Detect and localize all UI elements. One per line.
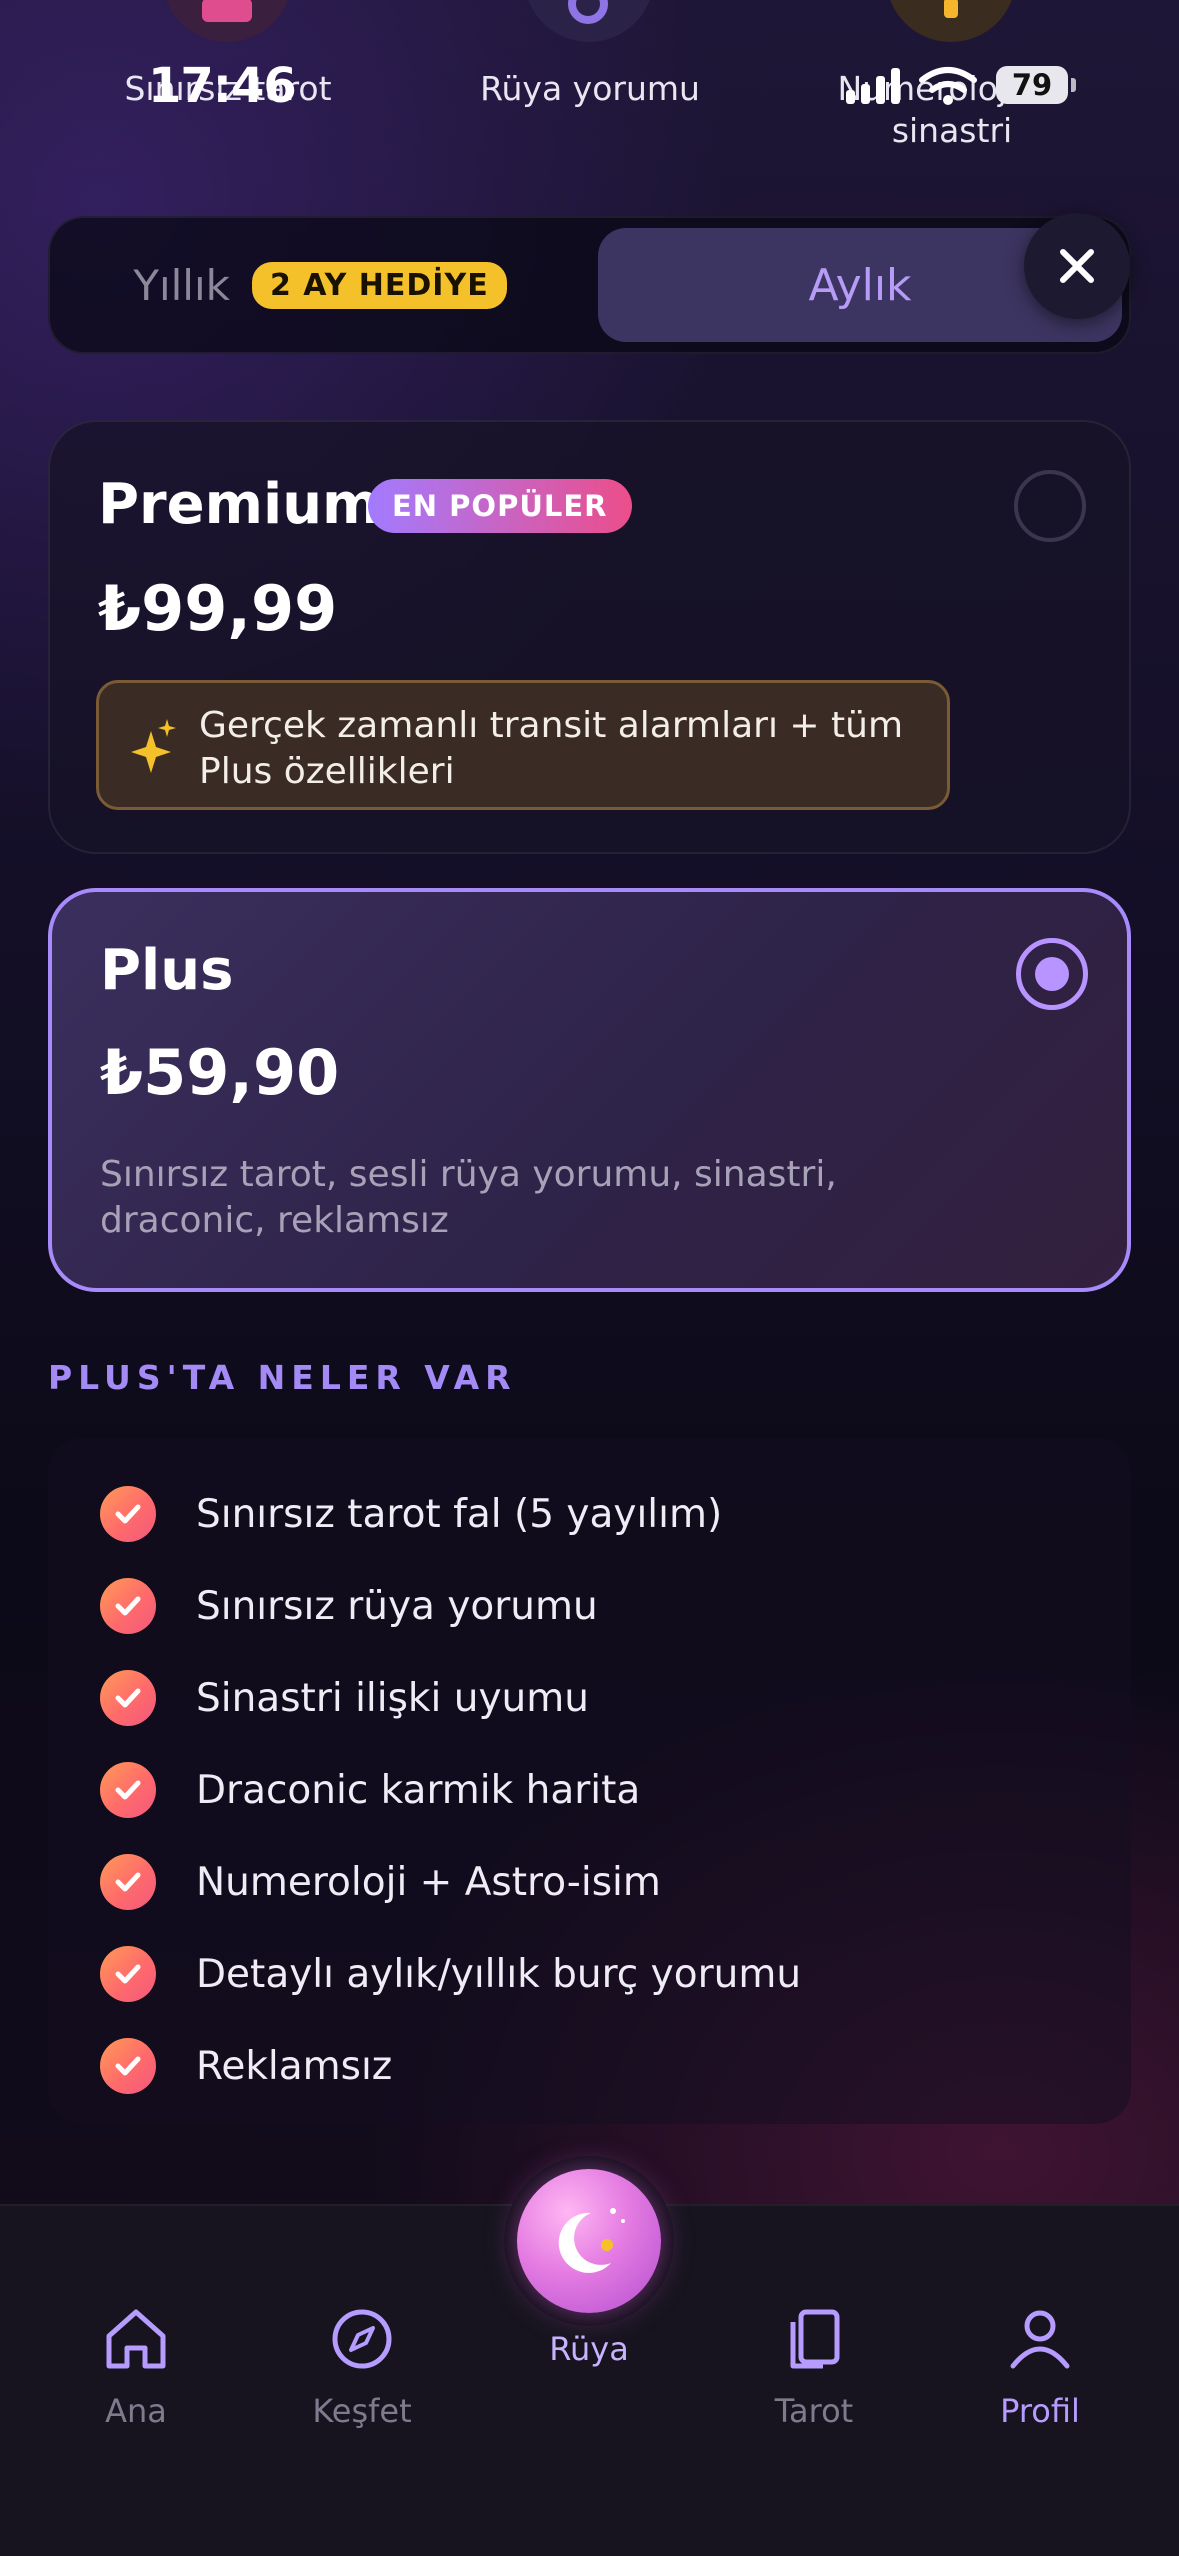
plus-radio[interactable] (1016, 938, 1088, 1010)
list-item: Sinastri ilişki uyumu (100, 1668, 589, 1728)
features-section-title: PLUS'TA NELER VAR (48, 1358, 517, 1397)
plus-price: ₺59,90 (100, 1036, 340, 1109)
plus-plan-card[interactable]: Plus ₺59,90 Sınırsız tarot, sesli rüya y… (48, 888, 1131, 1292)
check-icon (100, 1578, 156, 1634)
check-icon (100, 1670, 156, 1726)
feature-label: Detaylı aylık/yıllık burç yorumu (196, 1951, 802, 1997)
check-icon (100, 1946, 156, 2002)
nav-item-profile[interactable]: Profil (950, 2304, 1130, 2430)
list-item: Reklamsız (100, 2036, 392, 2096)
plus-plan-name: Plus (100, 938, 234, 1003)
list-item: Detaylı aylık/yıllık burç yorumu (100, 1944, 801, 2004)
features-list: Sınırsız tarot fal (5 yayılım) Sınırsız … (48, 1438, 1131, 2124)
list-item: Sınırsız rüya yorumu (100, 1576, 598, 1636)
nav-label-dream[interactable]: Rüya (504, 2330, 674, 2368)
cards-icon (790, 2309, 840, 2369)
battery-tip (1071, 78, 1076, 92)
wifi-icon (919, 67, 977, 105)
profile-icon (1010, 2310, 1070, 2369)
feature-label: Reklamsız (196, 2043, 393, 2089)
premium-radio[interactable] (1014, 470, 1086, 542)
plus-description: Sınırsız tarot, sesli rüya yorumu, sinas… (100, 1154, 837, 1241)
close-icon (1060, 249, 1094, 283)
nav-label-home: Ana (105, 2392, 167, 2430)
list-item: Draconic karmik harita (100, 1760, 640, 1820)
signal-icon (846, 66, 900, 104)
premium-plan-name: Premium (98, 472, 381, 537)
check-icon (100, 1486, 156, 1542)
category-label-dream[interactable]: Rüya yorumu (460, 68, 720, 110)
gift-badge: 2 AY HEDİYE (251, 261, 507, 309)
feature-label: Numeroloji + Astro-isim (196, 1859, 661, 1905)
check-icon (100, 1762, 156, 1818)
nav-item-home[interactable]: Ana (46, 2304, 226, 2430)
check-icon (100, 2038, 156, 2094)
compass-icon (332, 2309, 392, 2369)
yearly-label: Yıllık (133, 260, 230, 310)
dream-category-icon[interactable] (524, 0, 654, 42)
nav-item-tarot[interactable]: Tarot (724, 2304, 904, 2430)
billing-period-toggle: Yıllık 2 AY HEDİYE Aylık (48, 216, 1131, 354)
monthly-label: Aylık (808, 259, 912, 311)
nav-label-explore: Keşfet (312, 2392, 412, 2430)
feature-label: Sınırsız tarot fal (5 yayılım) (196, 1491, 723, 1537)
nav-item-dream[interactable] (517, 2169, 661, 2313)
status-time: 17:46 (148, 58, 297, 114)
moon-orb-icon (558, 2208, 625, 2273)
nav-label-profile: Profil (1000, 2392, 1080, 2430)
list-item: Sınırsız tarot fal (5 yayılım) (100, 1484, 722, 1544)
numerology-category-icon[interactable] (886, 0, 1016, 42)
yearly-option[interactable]: Yıllık 2 AY HEDİYE (50, 218, 590, 352)
list-item: Numeroloji + Astro-isim (100, 1852, 661, 1912)
home-icon (106, 2309, 166, 2369)
popular-badge: EN POPÜLER (368, 479, 632, 533)
premium-highlight-text: Gerçek zamanlı transit alarmları + tüm P… (199, 705, 904, 792)
close-button[interactable] (1024, 213, 1130, 319)
premium-plan-card[interactable]: Premium EN POPÜLER ₺99,99 Gerçek zamanlı… (48, 420, 1131, 854)
check-icon (100, 1854, 156, 1910)
feature-label: Sınırsız rüya yorumu (196, 1583, 598, 1629)
feature-label: Sinastri ilişki uyumu (196, 1675, 589, 1721)
nav-item-explore[interactable]: Keşfet (272, 2304, 452, 2430)
battery-indicator: 79 (996, 66, 1068, 104)
sparkle-icon (131, 719, 176, 773)
feature-label: Draconic karmik harita (196, 1767, 641, 1813)
premium-price: ₺99,99 (98, 572, 338, 645)
tarot-category-icon[interactable] (162, 0, 292, 42)
nav-label-tarot: Tarot (774, 2392, 854, 2430)
premium-highlight-box: Gerçek zamanlı transit alarmları + tüm P… (96, 680, 950, 810)
